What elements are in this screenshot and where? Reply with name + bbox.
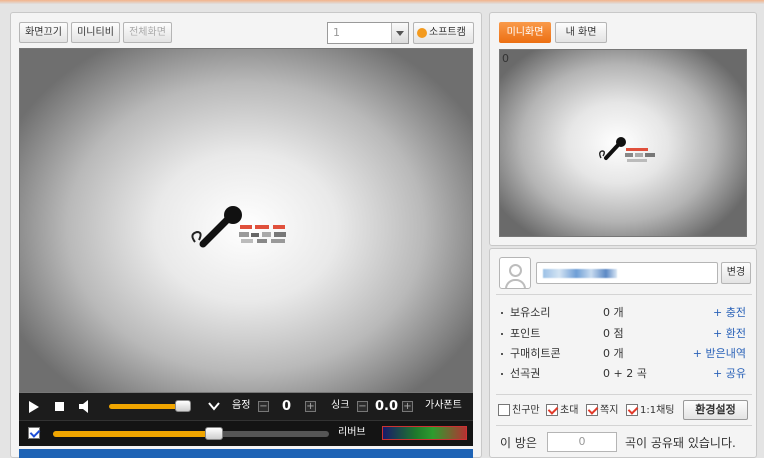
seek-slider-fill <box>53 431 213 437</box>
mini-screen-panel: 미니화면 내 화면 0 <box>489 12 757 246</box>
avatar[interactable] <box>499 257 531 289</box>
chat-checkbox[interactable] <box>626 404 638 416</box>
bullet-icon <box>501 353 503 355</box>
pitch-value: 0 <box>282 399 292 414</box>
shared-count-field: 0 <box>547 432 617 452</box>
note-checkbox[interactable] <box>586 404 598 416</box>
settings-button[interactable]: 환경설정 <box>683 400 748 420</box>
mini-screen-counter: 0 <box>502 52 509 65</box>
stat-value: 0 개 <box>603 347 624 360</box>
window-top-edge <box>0 0 764 4</box>
softcam-icon <box>417 28 427 38</box>
player-seek-bar: 리버브 <box>19 420 473 446</box>
note-label: 쪽지 <box>600 405 619 416</box>
sync-plus-button[interactable]: + <box>402 401 413 412</box>
charge-link[interactable]: + 충전 <box>713 305 746 321</box>
dropdown-arrow-icon[interactable] <box>391 23 408 43</box>
softcam-button[interactable]: 소프트캠 <box>413 22 474 44</box>
mini-tv-button[interactable]: 미니티비 <box>71 22 120 43</box>
bullet-icon <box>501 312 503 314</box>
main-video-panel: 화면끄기 미니티비 전체화면 1 소프트캠 음정 − 0 + 싱크 − 0.0 … <box>10 12 482 458</box>
reverb-meter[interactable] <box>382 426 467 440</box>
nickname-field[interactable] <box>536 262 718 284</box>
received-history-link[interactable]: + 받은내역 <box>693 346 746 362</box>
chevron-down-icon[interactable] <box>207 399 221 413</box>
tab-mini-screen[interactable]: 미니화면 <box>499 22 551 43</box>
exchange-link[interactable]: + 환전 <box>713 326 746 342</box>
avatar-head-icon <box>509 264 522 277</box>
friends-only-option[interactable]: 친구만 <box>498 404 540 417</box>
friends-only-checkbox[interactable] <box>498 404 510 416</box>
invite-option[interactable]: 초대 <box>546 404 578 417</box>
stat-value: 0 개 <box>603 306 624 319</box>
channel-select[interactable]: 1 <box>327 22 409 44</box>
friends-only-label: 친구만 <box>512 405 540 416</box>
stat-value: 0 점 <box>603 327 624 340</box>
mini-video-screen: 0 <box>499 49 747 237</box>
chat-option[interactable]: 1:1채팅 <box>626 404 675 417</box>
chat-label: 1:1채팅 <box>640 405 675 416</box>
volume-slider-handle[interactable] <box>175 400 191 412</box>
stat-label: 포인트 <box>510 327 541 340</box>
lyrics-font-button[interactable]: 가사폰트 <box>425 400 462 412</box>
softcam-label: 소프트캠 <box>429 27 466 38</box>
channel-select-value: 1 <box>333 26 340 39</box>
reverb-label: 리버브 <box>338 427 366 438</box>
share-prefix: 이 방은 <box>500 436 537 450</box>
stat-label: 보유소리 <box>510 306 551 319</box>
speaker-icon[interactable] <box>79 400 92 413</box>
stat-row-point: 포인트 0 점 + 환전 <box>498 326 750 342</box>
share-link[interactable]: + 공유 <box>713 366 746 382</box>
pitch-plus-button[interactable]: + <box>305 401 316 412</box>
stat-row-sound: 보유소리 0 개 + 충전 <box>498 305 750 321</box>
autoplay-checkbox[interactable] <box>28 427 40 439</box>
note-option[interactable]: 쪽지 <box>586 404 618 417</box>
sync-minus-button[interactable]: − <box>357 401 368 412</box>
stat-label: 선곡권 <box>510 367 541 380</box>
karaoke-mic-logo-icon <box>191 206 286 248</box>
main-video-screen <box>19 48 473 393</box>
bottom-blue-bar <box>19 449 473 458</box>
stat-row-song-ticket: 선곡권 0 + 2 곡 + 공유 <box>498 366 750 382</box>
change-nickname-button[interactable]: 변경 <box>721 262 751 284</box>
divider <box>496 425 752 426</box>
play-icon[interactable] <box>29 401 39 413</box>
seek-slider-handle[interactable] <box>205 427 223 440</box>
share-suffix: 곡이 공유돼 있습니다. <box>625 436 736 450</box>
player-control-bar: 음정 − 0 + 싱크 − 0.0 + 가사폰트 <box>19 393 473 420</box>
karaoke-mic-logo-small-icon <box>599 137 655 162</box>
stop-icon[interactable] <box>55 402 64 411</box>
tab-my-screen[interactable]: 내 화면 <box>555 22 607 43</box>
full-screen-button[interactable]: 전체화면 <box>123 22 172 43</box>
bullet-icon <box>501 333 503 335</box>
divider <box>496 394 752 395</box>
pitch-minus-button[interactable]: − <box>258 401 269 412</box>
invite-label: 초대 <box>560 405 579 416</box>
stat-row-hitcon: 구매히트콘 0 개 + 받은내역 <box>498 346 750 362</box>
profile-panel: 변경 보유소리 0 개 + 충전 포인트 0 점 + 환전 구매히트콘 0 개 … <box>489 248 757 458</box>
divider <box>496 294 752 295</box>
pitch-label: 음정 <box>232 400 251 411</box>
sync-value: 0.0 <box>375 399 399 414</box>
bullet-icon <box>501 373 503 375</box>
stat-label: 구매히트콘 <box>510 347 561 360</box>
stat-value: 0 + 2 곡 <box>603 367 647 380</box>
nickname-blurred <box>543 269 617 278</box>
avatar-body-icon <box>505 279 526 288</box>
sync-label: 싱크 <box>331 400 350 411</box>
screen-off-button[interactable]: 화면끄기 <box>19 22 68 43</box>
invite-checkbox[interactable] <box>546 404 558 416</box>
